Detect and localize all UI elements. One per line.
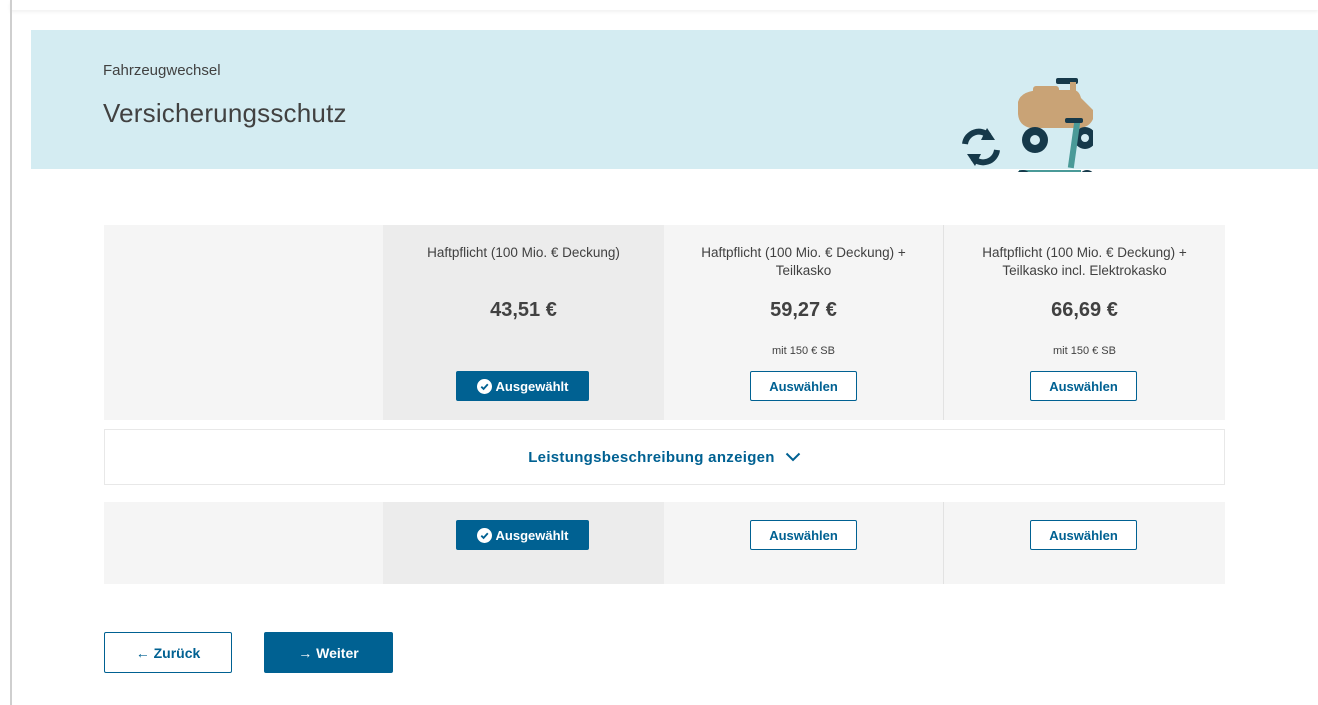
- plan-column-haftpflicht: Haftpflicht (100 Mio. € Deckung) 43,51 €…: [383, 225, 664, 420]
- plan-comparison-table: Haftpflicht (100 Mio. € Deckung) 43,51 €…: [104, 225, 1225, 420]
- chevron-down-icon: [785, 452, 801, 462]
- plan-deductible: mit 150 € SB: [772, 345, 835, 357]
- selected-button[interactable]: Ausgewählt: [456, 371, 589, 401]
- plan-column-haftpflicht: Ausgewählt: [383, 502, 664, 584]
- page-overline: Fahrzeugwechsel: [103, 62, 221, 79]
- plan-name: Haftpflicht (100 Mio. € Deckung) + Teilk…: [982, 245, 1187, 278]
- select-button[interactable]: Auswählen: [1030, 520, 1137, 550]
- page-title: Versicherungsschutz: [103, 98, 347, 128]
- details-toggle-label: Leistungsbeschreibung anzeigen: [528, 448, 775, 466]
- plan-name: Haftpflicht (100 Mio. € Deckung): [427, 245, 620, 260]
- plan-price: 66,69 €: [1051, 299, 1118, 321]
- details-toggle[interactable]: Leistungsbeschreibung anzeigen: [104, 429, 1225, 485]
- plan-price: 43,51 €: [490, 299, 557, 321]
- select-button[interactable]: Auswählen: [750, 520, 857, 550]
- plan-column-elektrokasko: Haftpflicht (100 Mio. € Deckung) + Teilk…: [944, 225, 1225, 420]
- plan-price: 59,27 €: [770, 299, 837, 321]
- row-label-cell: [104, 502, 383, 584]
- selected-button-label: Ausgewählt: [495, 527, 569, 543]
- select-button[interactable]: Auswählen: [1030, 371, 1137, 401]
- selected-button-label: Ausgewählt: [495, 378, 569, 394]
- next-button[interactable]: → Weiter: [264, 632, 393, 673]
- back-button[interactable]: ← Zurück: [104, 632, 232, 673]
- plan-column-teilkasko: Auswählen: [664, 502, 944, 584]
- window-top-edge: [10, 0, 1318, 10]
- select-button[interactable]: Auswählen: [750, 371, 857, 401]
- plan-deductible: mit 150 € SB: [1053, 345, 1116, 357]
- row-label-cell: [104, 225, 383, 420]
- selected-button[interactable]: Ausgewählt: [456, 520, 589, 550]
- vehicle-swap-icon: [962, 78, 1093, 172]
- check-circle-icon: [476, 527, 492, 543]
- check-circle-icon: [476, 378, 492, 394]
- plan-column-elektrokasko: Auswählen: [944, 502, 1225, 584]
- window-left-border: [10, 0, 12, 705]
- page-header-banner: Fahrzeugwechsel Versicherungsschutz: [31, 30, 1318, 172]
- plan-column-teilkasko: Haftpflicht (100 Mio. € Deckung) + Teilk…: [664, 225, 944, 420]
- plan-name: Haftpflicht (100 Mio. € Deckung) + Teilk…: [701, 245, 906, 278]
- plan-selection-row: Ausgewählt Auswählen Auswählen: [104, 502, 1225, 584]
